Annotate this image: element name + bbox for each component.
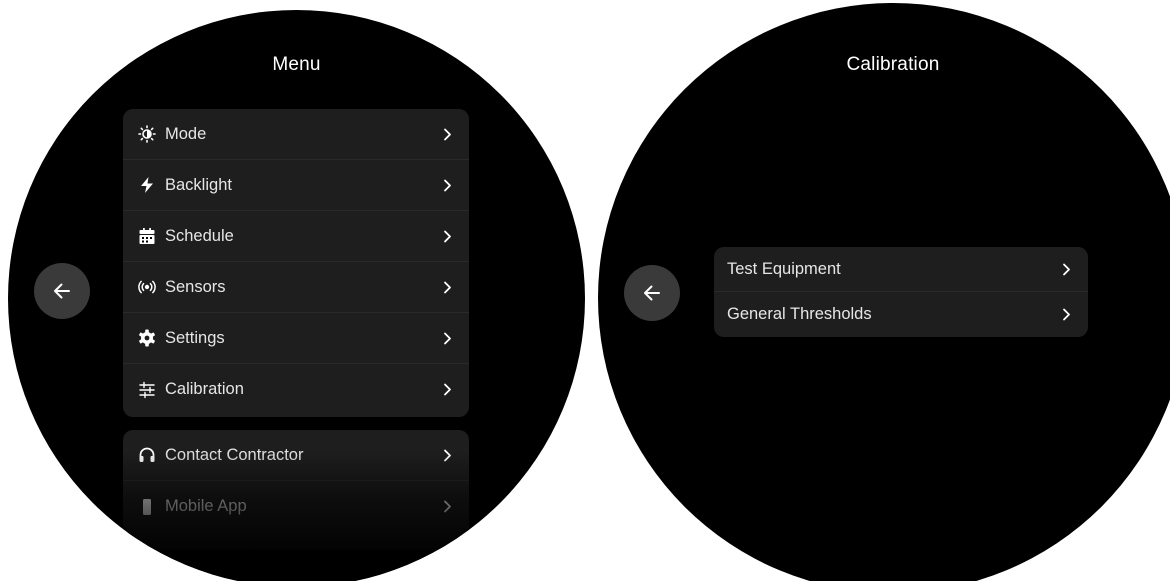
menu-item-label: Settings [165, 328, 225, 347]
chevron-right-icon [441, 127, 453, 141]
chevron-right-icon [441, 280, 453, 294]
broadcast-icon [137, 277, 157, 297]
stage: Menu Mode Backlight Schedule Sensors Set… [0, 0, 1170, 581]
menu-item-calibration[interactable]: Calibration [123, 364, 469, 415]
menu-item-settings[interactable]: Settings [123, 313, 469, 364]
chevron-right-icon [441, 500, 453, 514]
calibration-screen: Calibration Test Equipment General Thres… [598, 3, 1170, 581]
calibration-item-general-thresholds[interactable]: General Thresholds [714, 292, 1088, 337]
menu-item-label: Calibration [165, 380, 244, 398]
phone-icon [137, 497, 157, 517]
chevron-right-icon [441, 229, 453, 243]
calendar-icon [137, 226, 157, 246]
menu-item-label: Contact Contractor [165, 445, 304, 464]
menu-screen: Menu Mode Backlight Schedule Sensors Set… [8, 10, 585, 581]
menu-item-mobile-app[interactable]: Mobile App [123, 481, 469, 532]
menu-item-schedule[interactable]: Schedule [123, 211, 469, 262]
chevron-right-icon [1060, 308, 1072, 322]
sliders-icon [137, 380, 157, 400]
menu-main-card: Mode Backlight Schedule Sensors Settings… [123, 109, 469, 417]
menu-item-backlight[interactable]: Backlight [123, 160, 469, 211]
arrow-left-icon [644, 285, 660, 301]
menu-item-contact-contractor[interactable]: Contact Contractor [123, 430, 469, 481]
menu-item-label: Mode [165, 124, 207, 143]
back-button[interactable] [34, 263, 90, 319]
calibration-card: Test Equipment General Thresholds [714, 247, 1088, 337]
menu-item-label: Backlight [165, 175, 232, 194]
calibration-item-label: Test Equipment [727, 259, 841, 278]
chevron-right-icon [1060, 262, 1072, 276]
back-button[interactable] [624, 265, 680, 321]
menu-item-label: Mobile App [165, 497, 247, 515]
menu-item-mode[interactable]: Mode [123, 109, 469, 160]
chevron-right-icon [441, 448, 453, 462]
brightness-half-icon [137, 124, 157, 144]
calibration-item-label: General Thresholds [727, 305, 872, 323]
bolt-icon [137, 175, 157, 195]
gear-icon [137, 328, 157, 348]
menu-secondary-card: Contact Contractor Mobile App [123, 430, 469, 550]
headphones-icon [137, 445, 157, 465]
menu-item-sensors[interactable]: Sensors [123, 262, 469, 313]
chevron-right-icon [441, 331, 453, 345]
chevron-right-icon [441, 178, 453, 192]
calibration-title: Calibration [846, 54, 940, 75]
menu-title: Menu [272, 54, 321, 75]
chevron-right-icon [441, 383, 453, 397]
arrow-left-icon [54, 283, 70, 299]
calibration-item-test-equipment[interactable]: Test Equipment [714, 247, 1088, 292]
menu-item-label: Sensors [165, 277, 226, 296]
menu-item-label: Schedule [165, 226, 234, 245]
